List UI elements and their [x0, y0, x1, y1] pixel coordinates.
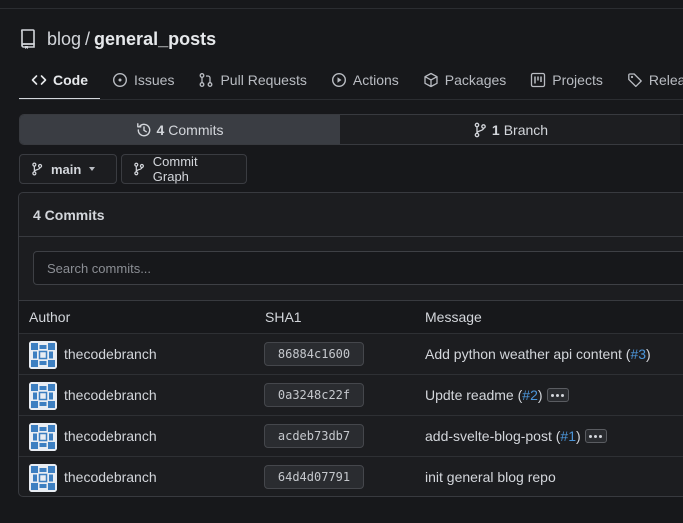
expand-message-button[interactable]	[546, 388, 569, 402]
project-icon	[531, 72, 546, 88]
tab-label: Packages	[444, 72, 507, 88]
history-icon	[137, 122, 151, 136]
branch-icon	[32, 162, 43, 176]
commit-message-text[interactable]: Updte readme (	[425, 387, 522, 403]
top-bar	[0, 0, 683, 9]
column-header-sha: SHA1	[265, 309, 302, 325]
column-header-author: Author	[29, 309, 71, 325]
commit-message-text[interactable]: init general blog repo	[425, 469, 556, 485]
pull-request-icon	[200, 73, 213, 87]
commits-label: Commits	[168, 121, 224, 138]
commit-message[interactable]: init general blog repo	[425, 469, 556, 485]
commit-message-text[interactable]: Add python weather api content (	[425, 346, 630, 362]
commit-graph-label: Commit Graph	[152, 154, 198, 184]
panel-title: 4 Commits	[33, 207, 105, 223]
table-header: Author SHA1 Message	[19, 301, 683, 333]
issue-link[interactable]: #1	[560, 428, 576, 444]
issue-link[interactable]: #2	[522, 387, 538, 403]
sha-button[interactable]: acdeb73db7	[264, 424, 364, 448]
avatar[interactable]	[29, 382, 57, 410]
repo-header: blog / general_posts	[20, 28, 216, 50]
issue-icon	[112, 72, 128, 88]
tab-label: Code	[53, 72, 88, 88]
repo-owner-link[interactable]: blog	[47, 29, 81, 50]
commit-message-suffix: )	[575, 428, 581, 444]
panel-divider	[19, 236, 683, 237]
tabs-divider	[19, 99, 683, 100]
commits-count: 4	[156, 121, 165, 138]
tab-label: Actions	[352, 72, 399, 88]
branch-dropdown-label: main	[51, 161, 82, 177]
table-row: thecodebranch 0a3248c22f Updte readme (#2)	[19, 374, 683, 415]
branch-icon	[474, 122, 486, 137]
sha-button[interactable]: 64d4d07791	[264, 465, 364, 489]
branches-label: Branch	[503, 121, 549, 138]
expand-message-button[interactable]	[584, 429, 607, 443]
play-icon	[331, 72, 346, 88]
table-row: thecodebranch 64d4d07791 init general blog…	[19, 456, 683, 496]
author-link[interactable]: thecodebranch	[64, 387, 157, 403]
repo-icon	[21, 29, 35, 49]
tab-actions[interactable]: Actions	[319, 60, 411, 100]
chevron-down-icon	[89, 167, 96, 171]
tab-label: Issues	[134, 72, 175, 88]
branches-count: 1	[491, 121, 500, 138]
table-row: thecodebranch acdeb73db7 add-svelte-blog-p…	[19, 415, 683, 456]
author-link[interactable]: thecodebranch	[64, 428, 157, 444]
commits-panel: 4 Commits Author SHA1 Message thecodebra…	[18, 192, 683, 497]
repo-separator: /	[85, 28, 91, 49]
commit-message[interactable]: Add python weather api content (#3)	[425, 346, 651, 362]
sha-button[interactable]: 86884c1600	[264, 342, 364, 366]
repo-tabs: Code Issues Pull Requests Actions Packag…	[19, 60, 683, 100]
tab-pull-requests[interactable]: Pull Requests	[186, 60, 318, 100]
tab-projects[interactable]: Projects	[518, 60, 615, 100]
search-commits-input[interactable]	[33, 251, 683, 285]
commit-message-text[interactable]: add-svelte-blog-post (	[425, 428, 560, 444]
column-header-message: Message	[425, 309, 482, 325]
avatar[interactable]	[29, 464, 57, 492]
git-graph-icon	[134, 162, 144, 176]
tab-issues[interactable]: Issues	[100, 60, 186, 100]
code-icon	[31, 75, 47, 85]
table-row: thecodebranch 86884c1600 Add python weathe…	[19, 333, 683, 374]
author-link[interactable]: thecodebranch	[64, 346, 157, 362]
repo-stats-bar: 4 Commits 1 Branch	[19, 114, 683, 145]
commit-message-suffix: )	[537, 387, 543, 403]
issue-link[interactable]: #3	[630, 346, 646, 362]
avatar[interactable]	[29, 341, 57, 369]
avatar[interactable]	[29, 423, 57, 451]
package-icon	[424, 72, 438, 88]
commit-message[interactable]: Updte readme (#2)	[425, 387, 569, 403]
tag-icon	[627, 73, 642, 88]
commit-graph-button[interactable]: Commit Graph	[121, 154, 247, 184]
tab-code[interactable]: Code	[19, 60, 100, 100]
branch-dropdown[interactable]: main	[19, 154, 117, 184]
branches-count-link[interactable]: 1 Branch	[340, 115, 680, 144]
tab-label: Pull Requests	[220, 72, 307, 88]
commit-message-suffix: )	[646, 346, 651, 362]
commit-message[interactable]: add-svelte-blog-post (#1)	[425, 428, 607, 444]
tab-label: Projects	[552, 72, 603, 88]
author-link[interactable]: thecodebranch	[64, 469, 157, 485]
tab-label: Releases	[648, 72, 683, 88]
tab-releases[interactable]: Releases	[615, 60, 683, 100]
sha-button[interactable]: 0a3248c22f	[264, 383, 364, 407]
repo-name-link[interactable]: general_posts	[94, 29, 216, 50]
commits-count-link[interactable]: 4 Commits	[20, 115, 340, 144]
tab-packages[interactable]: Packages	[411, 60, 518, 100]
